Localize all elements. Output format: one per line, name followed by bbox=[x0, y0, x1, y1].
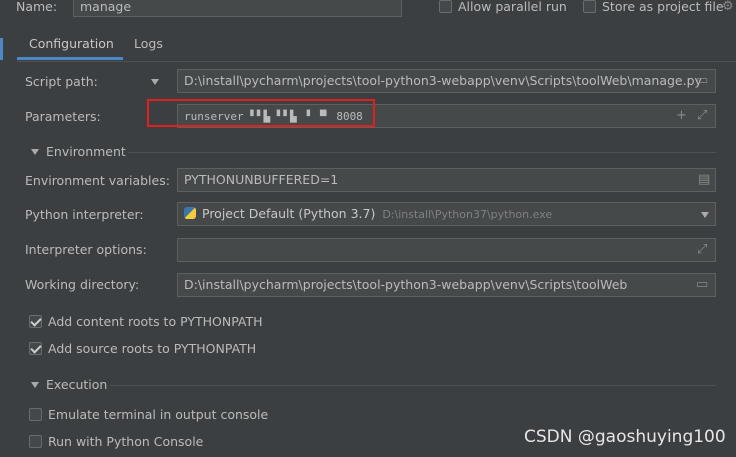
folder-icon[interactable]: ▭ bbox=[696, 74, 708, 88]
gear-icon[interactable]: ⚙ bbox=[722, 0, 734, 14]
add-source-roots-checkbox[interactable] bbox=[29, 342, 42, 355]
python-logo-icon bbox=[184, 207, 196, 219]
name-value: manage bbox=[80, 0, 132, 14]
parameters-label: Parameters: bbox=[25, 109, 101, 124]
add-source-roots-label: Add source roots to PYTHONPATH bbox=[48, 341, 257, 356]
tab-configuration[interactable]: Configuration bbox=[17, 30, 123, 60]
environment-separator bbox=[128, 152, 716, 153]
script-path-label: Script path: bbox=[25, 74, 98, 89]
allow-parallel-checkbox[interactable] bbox=[439, 0, 452, 13]
plus-icon[interactable]: + bbox=[676, 109, 687, 123]
interpreter-value: Project Default (Python 3.7) bbox=[202, 206, 376, 221]
store-project-label: Store as project file bbox=[602, 0, 724, 14]
environment-collapse-icon[interactable] bbox=[31, 149, 39, 155]
watermark: CSDN @gaoshuying100 bbox=[524, 427, 726, 447]
tab-logs-label: Logs bbox=[134, 36, 163, 51]
env-vars-label: Environment variables: bbox=[25, 173, 170, 188]
allow-parallel-label: Allow parallel run bbox=[458, 0, 567, 14]
expand-icon[interactable]: ⤢ bbox=[697, 109, 707, 123]
name-label: Name: bbox=[16, 0, 58, 14]
env-vars-field[interactable]: PYTHONUNBUFFERED=1 bbox=[177, 168, 716, 192]
tab-active-underline bbox=[17, 57, 123, 60]
execution-section-title: Execution bbox=[46, 377, 108, 392]
interpreter-label: Python interpreter: bbox=[25, 207, 144, 222]
name-input[interactable]: manage bbox=[73, 0, 402, 17]
working-dir-label: Working directory: bbox=[25, 277, 140, 292]
environment-section-title: Environment bbox=[46, 144, 126, 159]
add-content-roots-checkbox[interactable] bbox=[29, 315, 42, 328]
interpreter-options-label: Interpreter options: bbox=[25, 242, 147, 257]
parameters-highlight-box bbox=[147, 99, 375, 127]
script-path-field[interactable]: D:\install\pycharm\projects\tool-python3… bbox=[177, 69, 716, 93]
interpreter-dropdown-arrow[interactable] bbox=[701, 212, 709, 218]
add-content-roots-label: Add content roots to PYTHONPATH bbox=[48, 314, 263, 329]
document-icon[interactable]: ▤ bbox=[698, 173, 710, 187]
run-python-console-checkbox[interactable] bbox=[29, 435, 42, 448]
execution-separator bbox=[110, 385, 716, 386]
interpreter-options-field[interactable] bbox=[177, 238, 716, 262]
tab-logs[interactable]: Logs bbox=[124, 30, 174, 60]
tabs-divider bbox=[17, 61, 736, 62]
left-accent-bar bbox=[0, 38, 3, 60]
store-project-checkbox[interactable] bbox=[583, 0, 596, 13]
folder-icon[interactable]: ▭ bbox=[696, 278, 708, 292]
script-path-mode-dropdown[interactable] bbox=[151, 79, 159, 85]
interpreter-select[interactable]: Project Default (Python 3.7) D:\install\… bbox=[177, 202, 716, 226]
execution-collapse-icon[interactable] bbox=[31, 382, 39, 388]
run-python-console-label: Run with Python Console bbox=[48, 434, 204, 449]
emulate-terminal-label: Emulate terminal in output console bbox=[48, 407, 269, 422]
env-vars-value: PYTHONUNBUFFERED=1 bbox=[184, 172, 339, 187]
expand-icon[interactable]: ⤢ bbox=[697, 243, 707, 257]
emulate-terminal-checkbox[interactable] bbox=[29, 408, 42, 421]
interpreter-path: D:\install\Python37\python.exe bbox=[382, 208, 553, 221]
tab-configuration-label: Configuration bbox=[29, 36, 114, 51]
working-dir-field[interactable]: D:\install\pycharm\projects\tool-python3… bbox=[177, 273, 716, 297]
script-path-value: D:\install\pycharm\projects\tool-python3… bbox=[184, 73, 702, 88]
working-dir-value: D:\install\pycharm\projects\tool-python3… bbox=[184, 277, 628, 292]
